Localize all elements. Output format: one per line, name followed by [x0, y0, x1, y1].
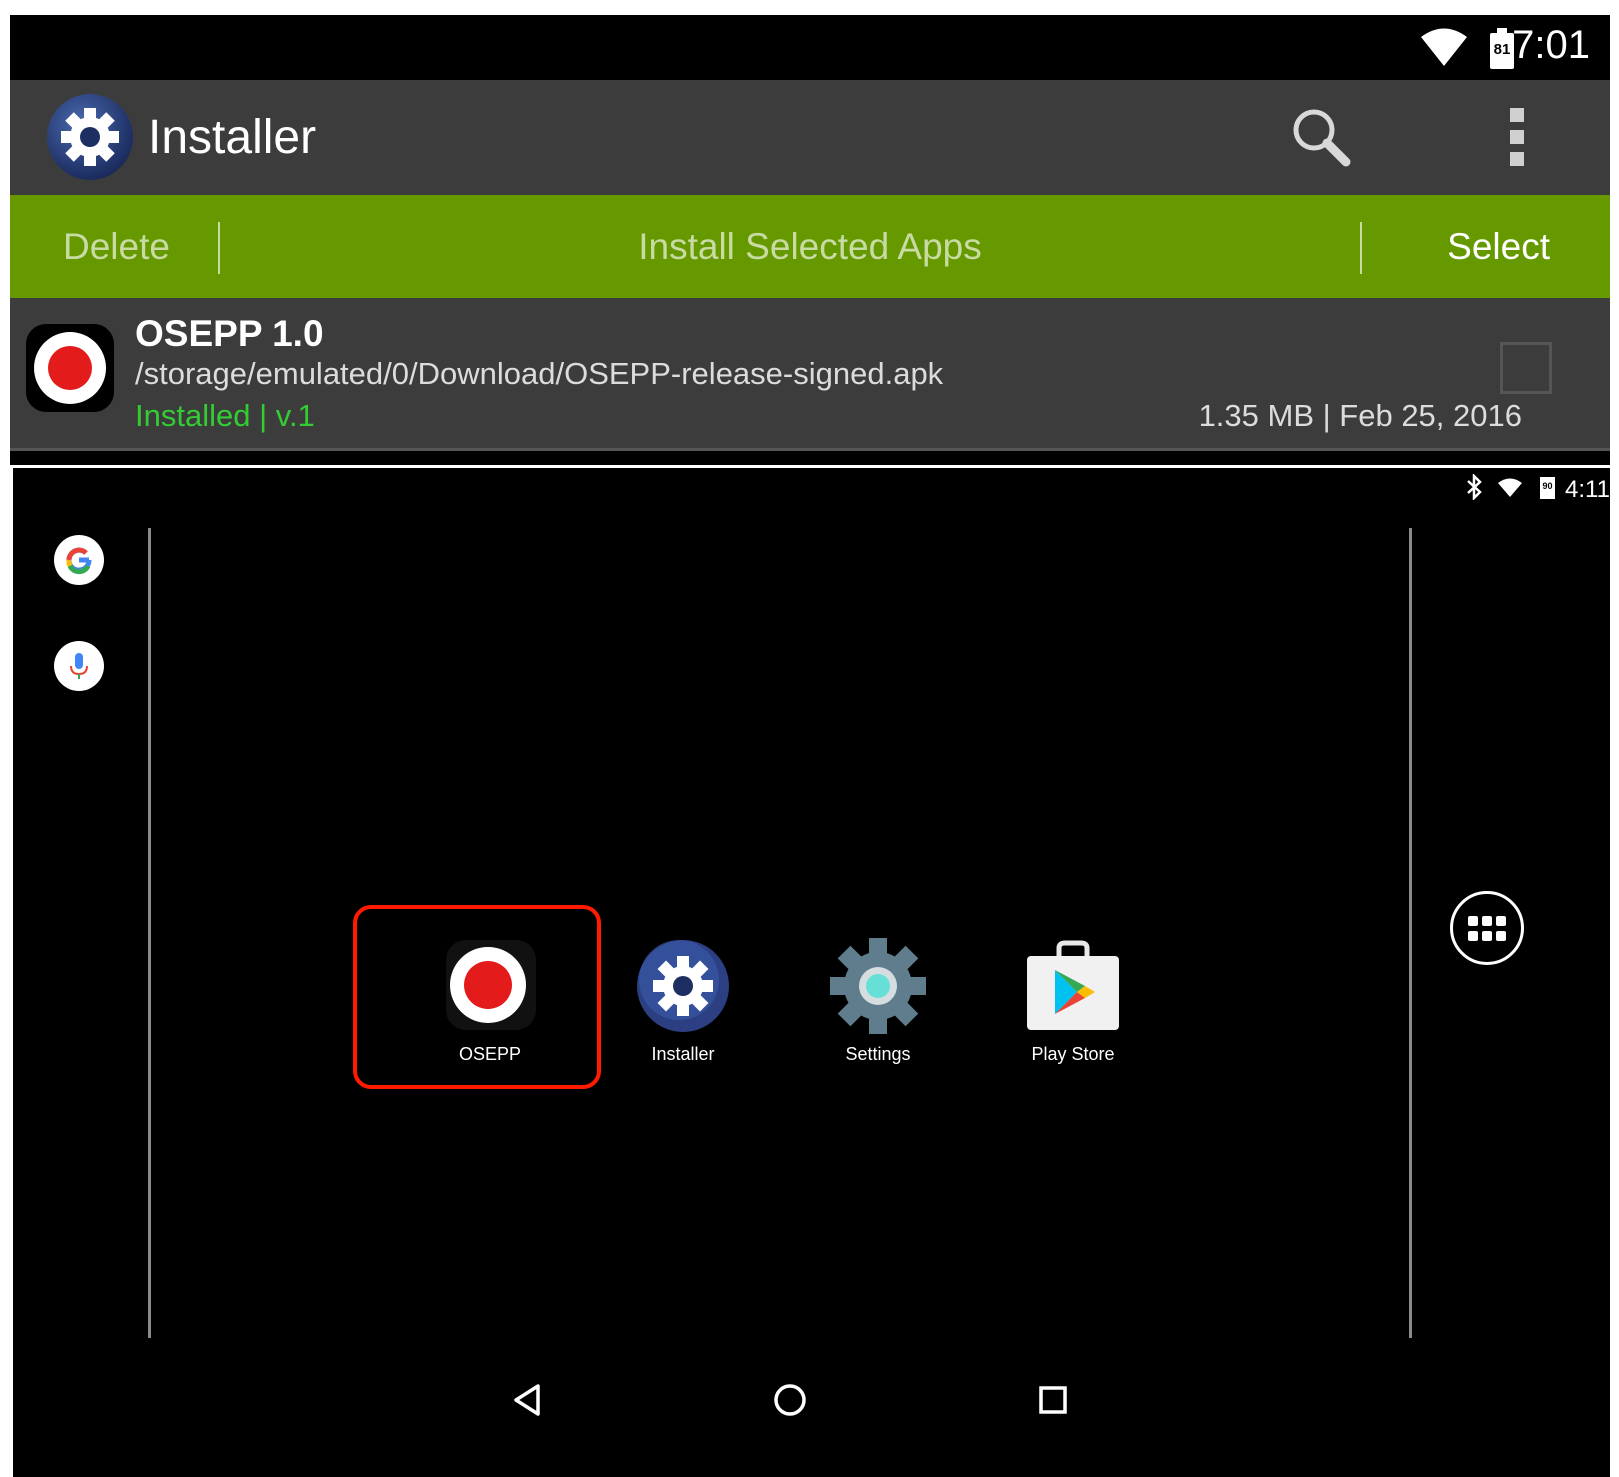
overflow-menu-icon[interactable]	[1510, 108, 1524, 168]
launcher-app-play-store[interactable]: Play Store	[993, 938, 1153, 1065]
divider	[1360, 222, 1362, 274]
status-clock: 7:01	[1512, 23, 1590, 67]
back-icon[interactable]	[508, 1380, 548, 1420]
home-icon[interactable]	[770, 1380, 810, 1420]
page-edge-left	[148, 528, 151, 1338]
app-label: Settings	[845, 1044, 911, 1064]
search-icon[interactable]	[1290, 106, 1352, 168]
install-status: Installed | v.1	[135, 398, 315, 433]
osepp-record-icon	[442, 938, 538, 1034]
app-list-item[interactable]: OSEPP 1.0 /storage/emulated/0/Download/O…	[10, 298, 1610, 451]
app-name: OSEPP 1.0	[135, 313, 324, 354]
launcher-app-settings[interactable]: Settings	[798, 938, 958, 1065]
navigation-bar	[13, 1368, 1610, 1468]
recents-icon[interactable]	[1033, 1380, 1073, 1420]
app-size-date: 1.35 MB | Feb 25, 2016	[1198, 398, 1522, 433]
bluetooth-icon	[1467, 474, 1482, 500]
wifi-icon	[1421, 28, 1467, 66]
google-search-icon[interactable]	[54, 535, 104, 585]
play-store-icon	[1025, 938, 1121, 1034]
install-selected-apps-button[interactable]: Install Selected Apps	[10, 195, 1610, 298]
settings-gear-icon	[830, 938, 926, 1034]
osepp-record-icon	[26, 324, 114, 412]
battery-icon: 81	[1490, 28, 1514, 69]
installer-screenshot: 81 7:01 Installer Install Selected Apps …	[10, 15, 1610, 465]
status-clock: 4:11	[1565, 476, 1610, 503]
battery-icon: 90	[1540, 477, 1555, 499]
app-bar: Installer	[10, 80, 1610, 195]
app-label: OSEPP	[458, 1044, 522, 1064]
microphone-icon[interactable]	[54, 641, 104, 691]
select-button[interactable]: Select	[1447, 195, 1550, 298]
select-checkbox[interactable]	[1500, 342, 1552, 394]
app-path: /storage/emulated/0/Download/OSEPP-relea…	[135, 356, 944, 391]
battery-level: 90	[1542, 481, 1553, 491]
launcher-app-osepp[interactable]: OSEPP	[410, 938, 570, 1065]
battery-level: 81	[1493, 41, 1511, 58]
app-label: Installer	[651, 1044, 715, 1064]
wifi-icon	[1498, 478, 1522, 497]
app-drawer-icon[interactable]	[1450, 891, 1524, 965]
launcher-screenshot: 90 4:11 OSEPP Installer Settings Play St…	[13, 468, 1610, 1477]
app-label: Play Store	[1031, 1044, 1115, 1064]
installer-gear-icon[interactable]	[47, 94, 133, 180]
action-bar: Install Selected Apps Delete Select	[10, 195, 1610, 298]
page-edge-right	[1409, 528, 1412, 1338]
delete-button[interactable]: Delete	[63, 195, 170, 298]
status-bar: 81 7:01	[10, 15, 1610, 80]
launcher-app-installer[interactable]: Installer	[603, 938, 763, 1065]
installer-gear-icon	[635, 938, 731, 1034]
divider	[218, 222, 220, 274]
app-title: Installer	[148, 111, 317, 164]
